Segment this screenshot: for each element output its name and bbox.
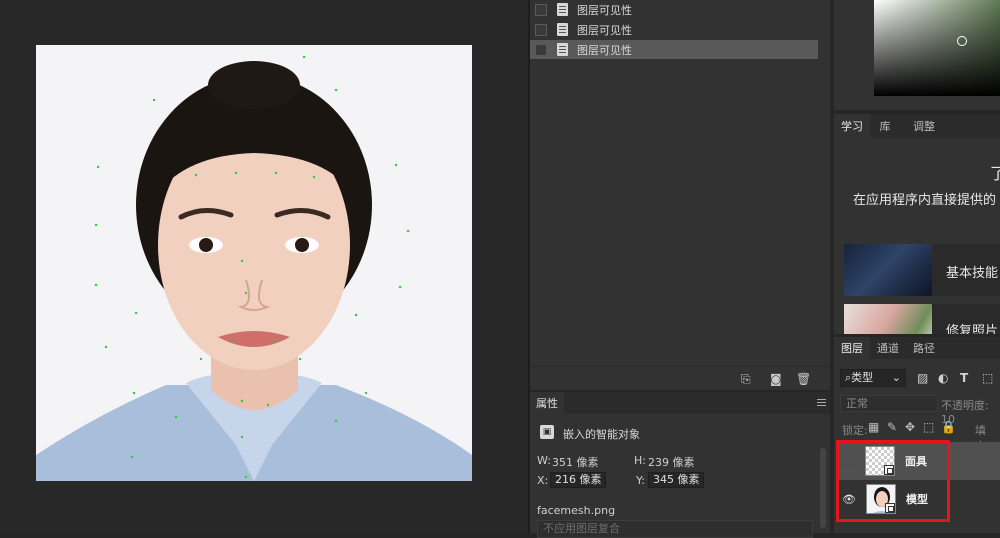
width-value[interactable]: 351 像素 xyxy=(552,454,599,470)
document-icon xyxy=(557,3,568,16)
type-filter-icon[interactable]: T xyxy=(960,371,968,385)
chevron-down-icon: ⌄ xyxy=(891,371,901,384)
properties-scrollbar[interactable] xyxy=(820,448,826,528)
smart-object-icon: ▣ xyxy=(540,425,554,439)
history-item-label: 图层可见性 xyxy=(577,3,632,17)
lock-transparent-icon[interactable]: ▦ xyxy=(868,421,879,433)
learn-card-thumbnail xyxy=(844,304,932,334)
pixel-filter-icon[interactable]: ▨ xyxy=(917,371,928,385)
smart-object-filename: facemesh.png xyxy=(537,504,616,517)
properties-panel: 属性 ▣ 嵌入的智能对象 W: 351 像素 H: 239 像素 X: 216 … xyxy=(530,390,830,538)
learn-description: 在应用程序内直接提供的 xyxy=(853,193,997,208)
lock-all-icon[interactable]: 🔒 xyxy=(941,421,956,433)
history-item-selected[interactable]: 图层可见性 xyxy=(530,40,818,59)
trash-icon[interactable]: 🗑 xyxy=(796,373,811,385)
color-picker-cursor[interactable] xyxy=(957,36,967,46)
history-panel: 图层可见性 图层可见性 图层可见性 xyxy=(530,0,830,390)
layer-filter-select[interactable]: ⌕类型 ⌄ xyxy=(840,369,906,387)
lock-position-icon[interactable]: ✥ xyxy=(905,421,915,433)
panel-menu-icon[interactable] xyxy=(817,399,826,406)
tab-layers[interactable]: 图层 xyxy=(834,337,870,359)
new-document-from-state-icon[interactable]: ⎘ xyxy=(741,373,751,385)
document-canvas[interactable] xyxy=(36,45,472,481)
learn-card-label: 修复照片 xyxy=(946,324,999,334)
tab-paths[interactable]: 路径 xyxy=(906,337,942,359)
document-icon xyxy=(557,43,568,56)
y-input[interactable]: 345 像素 xyxy=(648,472,704,488)
history-toolbar: ⎘ ◙ 🗑 xyxy=(530,366,830,390)
y-label: Y: xyxy=(636,474,645,487)
blend-mode-select[interactable]: 正常 xyxy=(840,395,938,412)
layer-comp-select[interactable]: 不应用图层复合 xyxy=(537,520,813,538)
history-item-label: 图层可见性 xyxy=(577,43,632,57)
lock-brush-icon[interactable]: ✎ xyxy=(887,421,897,433)
learn-panel xyxy=(834,114,1000,334)
history-item[interactable]: 图层可见性 xyxy=(530,0,818,19)
tab-adjustments[interactable]: 调整 xyxy=(904,114,944,138)
learn-card-thumbnail xyxy=(844,244,932,296)
height-value[interactable]: 239 像素 xyxy=(648,454,695,470)
history-source-checkbox[interactable] xyxy=(535,43,547,56)
learn-card-label: 基本技能 xyxy=(946,266,999,281)
history-item-label: 图层可见性 xyxy=(577,23,632,37)
smart-object-type-label: 嵌入的智能对象 xyxy=(563,428,640,441)
tab-channels[interactable]: 通道 xyxy=(870,337,906,359)
color-field[interactable] xyxy=(874,0,1000,96)
shape-filter-icon[interactable]: ⬚ xyxy=(982,371,993,385)
layers-tabbar: 图层 通道 路径 xyxy=(834,337,1000,359)
x-label: X: xyxy=(537,474,549,487)
camera-icon[interactable]: ◙ xyxy=(770,373,782,385)
history-item[interactable]: 图层可见性 xyxy=(530,20,818,39)
learn-tabbar: 学习 库 调整 xyxy=(834,114,1000,138)
width-label: W: xyxy=(537,454,551,467)
properties-tabbar xyxy=(530,392,830,414)
lock-label: 锁定: xyxy=(842,424,868,437)
portrait-image xyxy=(36,45,472,481)
height-label: H: xyxy=(634,454,646,467)
learn-card-basic-skills[interactable]: 基本技能 xyxy=(844,244,1000,296)
layer-filter-label: 类型 xyxy=(851,371,874,384)
document-icon xyxy=(557,23,568,36)
adjustment-filter-icon[interactable]: ◐ xyxy=(938,371,948,385)
tab-properties[interactable]: 属性 xyxy=(530,392,564,414)
highlight-annotation xyxy=(836,440,950,522)
learn-heading: 了 xyxy=(990,164,1000,183)
x-input[interactable]: 216 像素 xyxy=(550,472,606,488)
history-source-checkbox[interactable] xyxy=(535,3,547,16)
lock-artboard-icon[interactable]: ⬚ xyxy=(923,421,934,433)
tab-libraries[interactable]: 库 xyxy=(870,114,900,138)
learn-card-fix-photo[interactable]: 修复照片 xyxy=(844,304,1000,334)
tab-learn[interactable]: 学习 xyxy=(834,114,870,138)
history-source-checkbox[interactable] xyxy=(535,23,547,36)
